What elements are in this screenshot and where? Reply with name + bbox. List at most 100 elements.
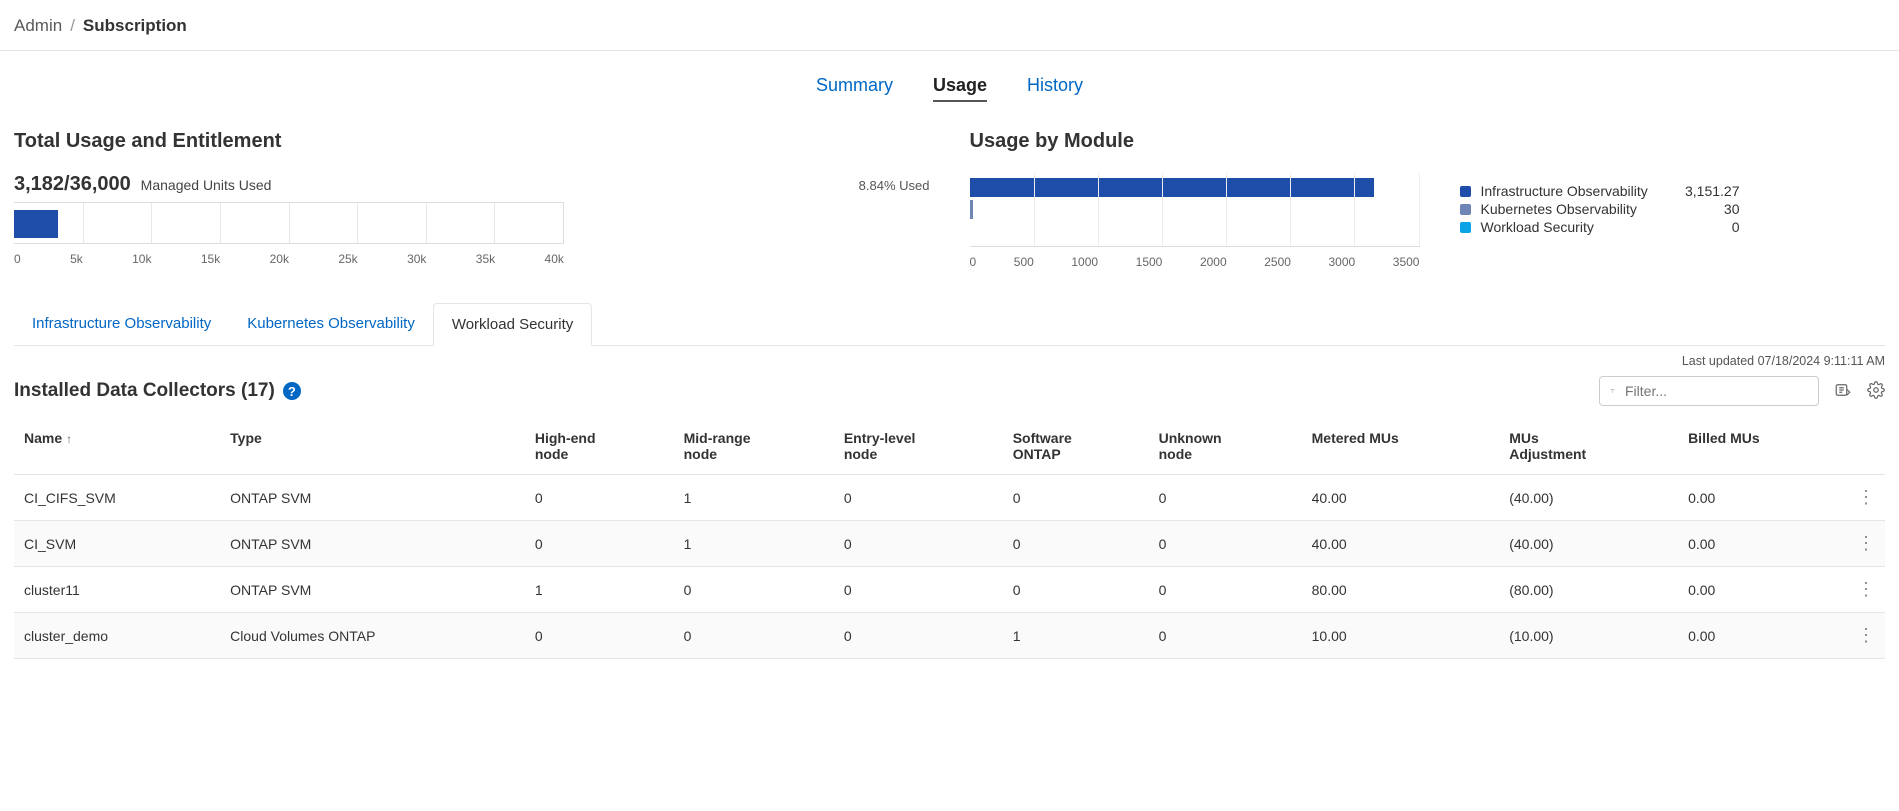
col-header[interactable]: Name↑ (14, 418, 220, 475)
col-header[interactable]: Entry-levelnode (834, 418, 1003, 475)
module-legend: Infrastructure Observability3,151.27 Kube… (1460, 183, 1740, 269)
sub-tab-kubernetes-observability[interactable]: Kubernetes Observability (229, 303, 433, 345)
cell: 0 (1149, 567, 1302, 613)
col-header[interactable]: Mid-rangenode (674, 418, 834, 475)
filter-input[interactable] (1599, 376, 1819, 406)
sub-tab-infrastructure-observability[interactable]: Infrastructure Observability (14, 303, 229, 345)
total-tick: 30k (407, 252, 426, 266)
col-header[interactable]: Metered MUs (1302, 418, 1500, 475)
total-tick: 20k (270, 252, 289, 266)
total-usage-label: Managed Units Used (141, 177, 272, 193)
row-menu-icon[interactable]: ⋮ (1847, 521, 1885, 567)
filter-icon (1610, 383, 1615, 399)
total-tick: 40k (545, 252, 564, 266)
row-menu-icon[interactable]: ⋮ (1847, 613, 1885, 659)
col-header-menu (1847, 418, 1885, 475)
breadcrumb-current: Subscription (83, 16, 187, 36)
cell-name: cluster_demo (14, 613, 220, 659)
module-tick: 3000 (1329, 255, 1356, 269)
cell: 0.00 (1678, 567, 1847, 613)
top-tab-history[interactable]: History (1027, 75, 1083, 102)
legend-item[interactable]: Workload Security 0 (1460, 219, 1740, 235)
cell: 40.00 (1302, 521, 1500, 567)
col-header[interactable]: Type (220, 418, 525, 475)
legend-value: 0 (1732, 219, 1740, 235)
table-row: cluster_demoCloud Volumes ONTAP0001010.0… (14, 613, 1885, 659)
sub-tabs: Infrastructure ObservabilityKubernetes O… (14, 303, 1885, 346)
cell: (40.00) (1499, 521, 1678, 567)
legend-swatch (1460, 186, 1471, 197)
cell-name: cluster11 (14, 567, 220, 613)
cell: (40.00) (1499, 475, 1678, 521)
cell: 0 (834, 475, 1003, 521)
module-tick: 0 (970, 255, 977, 269)
module-ticks: 0500100015002000250030003500 (970, 255, 1420, 269)
legend-value: 3,151.27 (1685, 183, 1740, 199)
breadcrumb: Admin / Subscription (0, 0, 1899, 51)
cell: 0.00 (1678, 521, 1847, 567)
total-usage-title: Total Usage and Entitlement (14, 130, 930, 153)
cell-name: CI_SVM (14, 521, 220, 567)
cell: 0 (525, 475, 674, 521)
legend-swatch (1460, 204, 1471, 215)
cell: 0.00 (1678, 475, 1847, 521)
cell: 0 (834, 567, 1003, 613)
collectors-table: Name↑TypeHigh-endnodeMid-rangenodeEntry-… (14, 418, 1885, 659)
cell: 1 (525, 567, 674, 613)
cell: 10.00 (1302, 613, 1500, 659)
col-header[interactable]: Billed MUs (1678, 418, 1847, 475)
col-header[interactable]: SoftwareONTAP (1003, 418, 1149, 475)
cell: Cloud Volumes ONTAP (220, 613, 525, 659)
cell: 0 (834, 613, 1003, 659)
cell: ONTAP SVM (220, 521, 525, 567)
cell: (10.00) (1499, 613, 1678, 659)
cell: ONTAP SVM (220, 475, 525, 521)
cell: 1 (674, 475, 834, 521)
row-menu-icon[interactable]: ⋮ (1847, 475, 1885, 521)
legend-item[interactable]: Kubernetes Observability 30 (1460, 201, 1740, 217)
cell: 80.00 (1302, 567, 1500, 613)
module-tick: 3500 (1393, 255, 1420, 269)
legend-item[interactable]: Infrastructure Observability3,151.27 (1460, 183, 1740, 199)
module-tick: 2000 (1200, 255, 1227, 269)
module-tick: 2500 (1264, 255, 1291, 269)
row-menu-icon[interactable]: ⋮ (1847, 567, 1885, 613)
total-tick: 15k (201, 252, 220, 266)
cell: 1 (674, 521, 834, 567)
top-tab-summary[interactable]: Summary (816, 75, 893, 102)
module-bar (970, 200, 974, 219)
cell: 0 (834, 521, 1003, 567)
top-tab-usage[interactable]: Usage (933, 75, 987, 102)
filter-text-field[interactable] (1623, 382, 1808, 400)
module-bar (970, 178, 1374, 197)
breadcrumb-parent[interactable]: Admin (14, 16, 62, 36)
table-row: CI_CIFS_SVMONTAP SVM0100040.00(40.00)0.0… (14, 475, 1885, 521)
export-icon[interactable] (1833, 381, 1853, 402)
cell: 0 (1003, 567, 1149, 613)
cell: 0 (674, 567, 834, 613)
total-usage-fraction: 3,182/36,000 (14, 173, 131, 195)
total-tick: 25k (338, 252, 357, 266)
total-tick: 35k (476, 252, 495, 266)
gear-icon[interactable] (1867, 381, 1885, 402)
breadcrumb-sep: / (70, 16, 75, 36)
legend-label: Workload Security (1481, 219, 1594, 235)
help-icon[interactable]: ? (283, 382, 301, 400)
legend-label: Kubernetes Observability (1481, 201, 1637, 217)
module-tick: 1000 (1071, 255, 1098, 269)
cell: 0 (1003, 521, 1149, 567)
col-header[interactable]: Unknownnode (1149, 418, 1302, 475)
top-tabs: Summary Usage History (0, 51, 1899, 118)
col-header[interactable]: High-endnode (525, 418, 674, 475)
total-tick: 0 (14, 252, 21, 266)
sub-tab-workload-security[interactable]: Workload Security (433, 303, 592, 346)
total-tick: 5k (70, 252, 83, 266)
cell: 40.00 (1302, 475, 1500, 521)
legend-value: 30 (1724, 201, 1740, 217)
col-header[interactable]: MUsAdjustment (1499, 418, 1678, 475)
collectors-title: Installed Data Collectors (17) ? (14, 380, 301, 402)
total-tick: 10k (132, 252, 151, 266)
cell: 0 (525, 521, 674, 567)
total-usage-bar (14, 210, 58, 238)
usage-by-module-panel: Usage by Module 050010001500200025003000… (970, 130, 1886, 269)
